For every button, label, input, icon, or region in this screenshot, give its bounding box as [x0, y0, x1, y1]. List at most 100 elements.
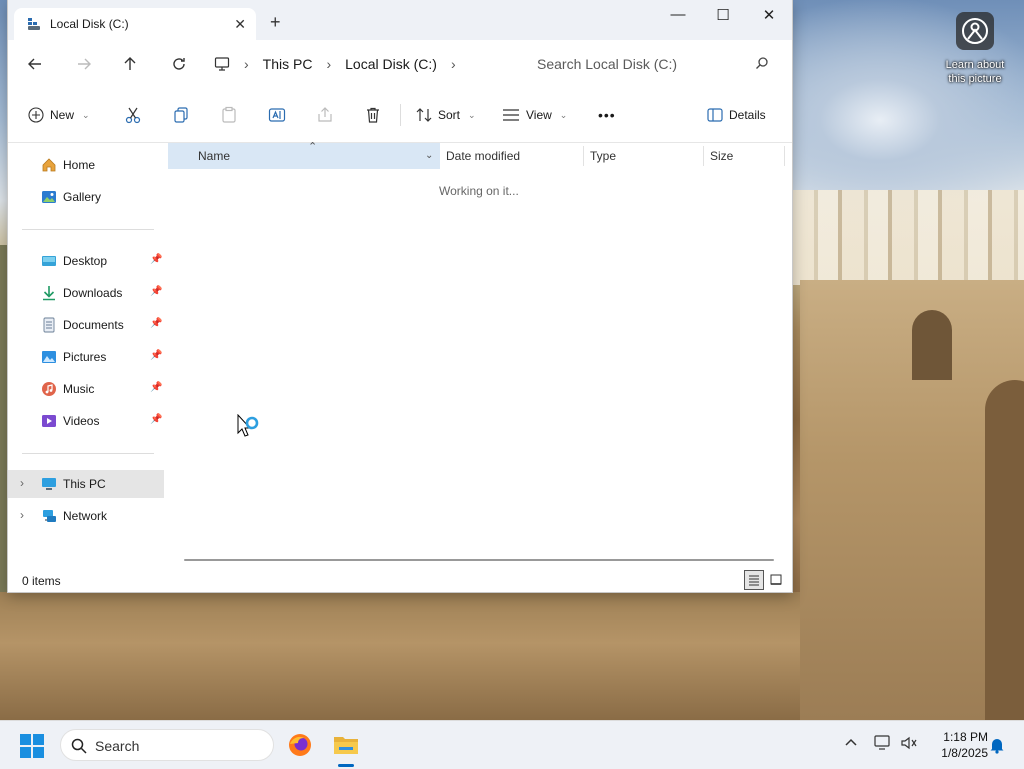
command-bar: New ⌄ Sort ⌄ View ⌄ ••• Details	[8, 88, 792, 143]
sidebar-item-desktop[interactable]: Desktop 📌	[8, 247, 164, 275]
speaker-muted-icon	[901, 736, 917, 750]
pin-icon[interactable]: 📌	[150, 318, 162, 329]
sidebar-item-documents[interactable]: Documents 📌	[8, 311, 164, 339]
breadcrumb-local-disk[interactable]: Local Disk (C:)	[345, 56, 437, 72]
scissors-icon	[125, 107, 141, 124]
learn-about-picture[interactable]: Learn about this picture	[940, 12, 1010, 86]
sort-button[interactable]: Sort ⌄	[416, 105, 476, 125]
back-arrow-icon[interactable]	[23, 52, 47, 76]
sidebar-item-home[interactable]: Home	[8, 151, 164, 179]
network-icon	[43, 510, 56, 522]
pin-icon[interactable]: 📌	[150, 286, 162, 297]
learn-about-label[interactable]: Learn about this picture	[940, 58, 1010, 86]
chevron-down-icon[interactable]: ⌄	[425, 143, 433, 169]
close-window-icon[interactable]: ✕	[754, 6, 784, 26]
pin-icon[interactable]: 📌	[150, 382, 162, 393]
sidebar-item-pictures[interactable]: Pictures 📌	[8, 343, 164, 371]
sidebar-item-label: Home	[63, 158, 96, 172]
forward-arrow-icon[interactable]	[72, 52, 96, 76]
copy-button[interactable]	[172, 105, 190, 125]
taskbar-search[interactable]: Search	[60, 729, 274, 761]
system-clock[interactable]: 1:18 PM 1/8/2025	[928, 729, 988, 761]
pin-icon[interactable]: 📌	[150, 254, 162, 265]
file-explorer-taskbar-button[interactable]	[330, 729, 362, 761]
tab-local-disk[interactable]: Local Disk (C:) ✕	[14, 8, 256, 40]
view-list-icon	[503, 109, 519, 121]
sidebar-item-network[interactable]: › Network	[8, 502, 164, 530]
home-icon	[42, 158, 56, 172]
wallpaper-arch-large	[985, 380, 1024, 720]
details-button[interactable]: Details	[707, 105, 766, 125]
close-tab-icon[interactable]: ✕	[234, 16, 246, 33]
folder-icon	[334, 737, 358, 754]
chevron-right-icon[interactable]: ›	[20, 508, 24, 522]
pin-icon[interactable]: 📌	[150, 350, 162, 361]
chevron-right-icon[interactable]: ›	[20, 476, 24, 490]
bell-icon	[990, 739, 1004, 754]
column-type-label: Type	[590, 149, 617, 163]
details-view-button[interactable]	[744, 570, 764, 590]
more-options-icon[interactable]: •••	[598, 105, 616, 125]
column-name-label: Name	[198, 149, 231, 163]
tiles-view-icon	[770, 574, 782, 585]
sidebar-item-downloads[interactable]: Downloads 📌	[8, 279, 164, 307]
column-header-size[interactable]: Size	[710, 143, 780, 169]
sidebar-item-music[interactable]: Music 📌	[8, 375, 164, 403]
paste-button[interactable]	[220, 105, 238, 125]
share-button[interactable]	[316, 105, 334, 125]
sort-ascending-icon: ⌃	[308, 141, 318, 153]
breadcrumb-this-pc[interactable]: This PC	[263, 56, 313, 72]
busy-cursor-icon	[237, 414, 259, 437]
large-icons-view-button[interactable]	[766, 570, 786, 590]
chevron-right-icon[interactable]: ›	[451, 56, 456, 72]
column-header-name[interactable]: Name ⌃ ⌄	[168, 141, 440, 169]
search-icon[interactable]	[755, 56, 769, 70]
column-header-type[interactable]: Type	[590, 143, 700, 169]
horizontal-scrollbar[interactable]	[184, 559, 774, 561]
wallpaper-buildings	[792, 190, 1024, 285]
notifications-button[interactable]	[989, 736, 1005, 757]
view-button[interactable]: View ⌄	[502, 105, 567, 125]
chevron-right-icon[interactable]: ›	[326, 56, 331, 72]
navigation-pane: Home Gallery Desktop 📌 Downloads 📌 Docum…	[8, 143, 164, 563]
refresh-icon[interactable]	[167, 52, 191, 76]
camera-info-icon[interactable]	[956, 12, 994, 50]
firefox-taskbar-button[interactable]	[284, 729, 316, 761]
column-divider[interactable]	[784, 146, 785, 166]
maximize-icon[interactable]: ☐	[708, 6, 738, 26]
monitor-icon[interactable]	[214, 56, 230, 72]
share-icon	[318, 107, 332, 122]
column-divider[interactable]	[583, 146, 584, 166]
show-hidden-icons-button[interactable]	[844, 735, 858, 752]
new-tab-icon[interactable]: +	[270, 12, 281, 33]
breadcrumb[interactable]: › This PC › Local Disk (C:) ›	[214, 54, 456, 74]
column-divider[interactable]	[703, 146, 704, 166]
up-arrow-icon[interactable]	[118, 52, 142, 76]
search-box[interactable]: Search Local Disk (C:)	[523, 46, 783, 82]
sidebar-item-videos[interactable]: Videos 📌	[8, 407, 164, 435]
sidebar-item-gallery[interactable]: Gallery	[8, 183, 164, 211]
chevron-right-icon[interactable]: ›	[244, 56, 249, 72]
cut-button[interactable]	[124, 105, 142, 125]
wallpaper-arch	[912, 310, 952, 380]
search-input[interactable]: Search Local Disk (C:)	[537, 56, 677, 72]
column-header-date-modified[interactable]: Date modified	[446, 143, 582, 169]
start-button[interactable]	[20, 734, 44, 761]
sidebar-item-label: Pictures	[63, 350, 107, 364]
volume-button[interactable]	[900, 735, 918, 754]
clock-date: 1/8/2025	[941, 746, 988, 760]
minimize-icon[interactable]: —	[663, 6, 693, 26]
rename-button[interactable]	[268, 105, 286, 125]
details-view-icon	[749, 575, 759, 586]
network-status-button[interactable]	[874, 735, 892, 754]
status-bar: 0 items	[8, 568, 792, 592]
clock-time: 1:18 PM	[943, 730, 988, 744]
title-bar: Local Disk (C:) ✕ + — ☐ ✕	[8, 0, 792, 40]
delete-button[interactable]	[364, 105, 382, 125]
pin-icon[interactable]: 📌	[150, 414, 162, 425]
new-button[interactable]: New ⌄	[28, 105, 90, 125]
trash-icon	[367, 107, 379, 123]
network-monitor-icon	[874, 735, 890, 750]
sidebar-item-this-pc[interactable]: › This PC	[8, 470, 164, 498]
chevron-down-icon: ⌄	[468, 109, 476, 120]
